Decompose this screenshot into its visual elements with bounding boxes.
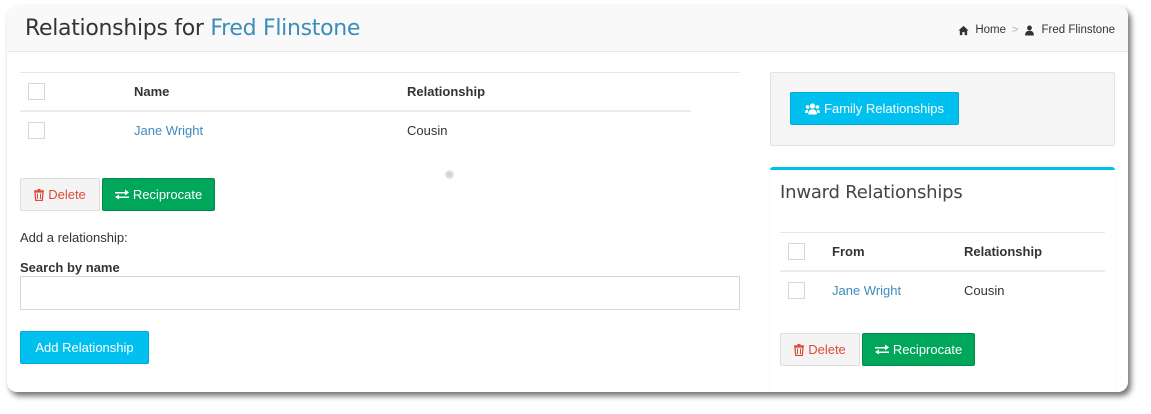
inward-relationships-box: Inward Relationships From Relationship J… bbox=[770, 167, 1115, 392]
delete-button-label: Delete bbox=[48, 187, 86, 202]
relationships-table: Name Relationship Jane Wright Cousin bbox=[20, 73, 691, 149]
inward-row-checkbox-cell bbox=[780, 271, 832, 309]
page-frame: Relationships for Fred Flinstone Home > … bbox=[7, 6, 1128, 392]
inward-from-link[interactable]: Jane Wright bbox=[832, 283, 901, 298]
reciprocate-button[interactable]: Reciprocate bbox=[102, 178, 215, 211]
family-relationships-button[interactable]: Family Relationships bbox=[790, 92, 959, 125]
page-title: Relationships for Fred Flinstone bbox=[25, 16, 360, 41]
loading-indicator bbox=[445, 170, 454, 179]
add-relationship-button-label: Add Relationship bbox=[35, 340, 134, 355]
inward-reciprocate-button[interactable]: Reciprocate bbox=[862, 333, 975, 366]
search-by-name-input[interactable] bbox=[20, 276, 740, 310]
breadcrumb-separator: > bbox=[1012, 24, 1019, 36]
column-header-relationship: Relationship bbox=[407, 73, 691, 112]
trash-icon bbox=[34, 188, 45, 201]
inward-row-from-cell: Jane Wright bbox=[832, 271, 964, 309]
inward-relationships-title: Inward Relationships bbox=[780, 182, 963, 203]
inward-table: From Relationship Jane Wright Cousin bbox=[780, 233, 1105, 309]
inward-header-row: From Relationship bbox=[780, 233, 1105, 272]
table-row: Jane Wright Cousin bbox=[20, 111, 691, 149]
users-icon bbox=[805, 102, 821, 115]
row-name-cell: Jane Wright bbox=[134, 111, 407, 149]
inward-delete-button[interactable]: Delete bbox=[780, 333, 860, 366]
select-all-checkbox[interactable] bbox=[28, 83, 45, 101]
inward-row-checkbox[interactable] bbox=[788, 282, 805, 300]
breadcrumb-current: Fred Flinstone bbox=[1041, 24, 1115, 36]
add-relationship-heading: Add a relationship: bbox=[20, 230, 128, 245]
family-relationships-label: Family Relationships bbox=[824, 101, 944, 116]
page-title-person: Fred Flinstone bbox=[210, 16, 361, 41]
inward-select-all-cell bbox=[780, 233, 832, 272]
user-icon bbox=[1024, 25, 1035, 36]
row-relationship-cell: Cousin bbox=[407, 123, 448, 138]
search-by-name-label: Search by name bbox=[20, 260, 120, 275]
inward-row-relationship-cell: Cousin bbox=[964, 283, 1005, 298]
content-header: Relationships for Fred Flinstone Home > … bbox=[7, 6, 1128, 52]
home-icon bbox=[958, 25, 969, 36]
inward-column-relationship: Relationship bbox=[964, 233, 1105, 272]
add-relationship-button[interactable]: Add Relationship bbox=[20, 331, 149, 364]
table-header-row: Name Relationship bbox=[20, 73, 691, 112]
reciprocate-button-label: Reciprocate bbox=[132, 187, 203, 202]
delete-button[interactable]: Delete bbox=[20, 178, 100, 211]
column-header-name: Name bbox=[134, 73, 407, 112]
row-checkbox[interactable] bbox=[28, 122, 45, 140]
inward-select-all-checkbox[interactable] bbox=[788, 243, 805, 261]
exchange-icon bbox=[114, 189, 129, 200]
row-checkbox-cell bbox=[20, 111, 134, 149]
inward-column-from: From bbox=[832, 233, 964, 272]
breadcrumb: Home > Fred Flinstone bbox=[958, 24, 1115, 36]
exchange-icon bbox=[874, 344, 889, 355]
family-well: Family Relationships bbox=[770, 72, 1115, 146]
table-row: Jane Wright Cousin bbox=[780, 271, 1105, 309]
trash-icon bbox=[794, 343, 805, 356]
page-title-prefix: Relationships for bbox=[25, 16, 204, 41]
breadcrumb-home-link[interactable]: Home bbox=[975, 24, 1006, 36]
select-all-cell bbox=[20, 73, 134, 112]
inward-delete-label: Delete bbox=[808, 342, 846, 357]
relationship-name-link[interactable]: Jane Wright bbox=[134, 123, 203, 138]
inward-reciprocate-label: Reciprocate bbox=[892, 342, 963, 357]
